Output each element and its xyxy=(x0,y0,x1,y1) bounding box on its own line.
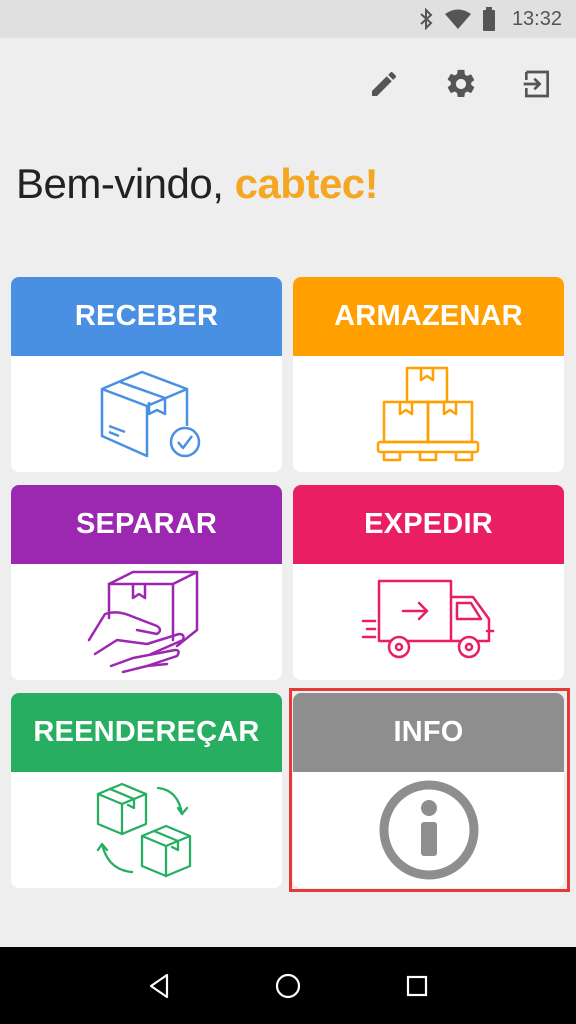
back-icon[interactable] xyxy=(137,964,181,1008)
settings-icon[interactable] xyxy=(439,62,483,106)
greeting-prefix: Bem-vindo, xyxy=(16,160,235,207)
welcome-greeting: Bem-vindo, cabtec! xyxy=(16,160,379,208)
status-bar: 13:32 xyxy=(0,0,576,38)
tile-separar[interactable]: SEPARAR xyxy=(11,485,282,680)
home-icon[interactable] xyxy=(266,964,310,1008)
tile-header: ARMAZENAR xyxy=(293,277,564,356)
recents-icon[interactable] xyxy=(395,964,439,1008)
wifi-icon xyxy=(444,8,472,30)
edit-icon[interactable] xyxy=(362,62,406,106)
tile-label: SEPARAR xyxy=(75,508,218,540)
tile-label: REENDEREÇAR xyxy=(33,716,260,748)
logout-icon[interactable] xyxy=(515,62,559,106)
tile-label: EXPEDIR xyxy=(364,508,493,540)
greeting-username: cabtec! xyxy=(234,160,379,207)
tile-header: EXPEDIR xyxy=(293,485,564,564)
tile-header: SEPARAR xyxy=(11,485,282,564)
tile-info[interactable]: INFO xyxy=(293,693,564,888)
info-icon xyxy=(293,772,564,888)
tile-header: INFO xyxy=(293,693,564,772)
tile-receber[interactable]: RECEBER xyxy=(11,277,282,472)
navigation-bar xyxy=(0,947,576,1024)
status-time: 13:32 xyxy=(511,7,562,30)
relocate-boxes-icon xyxy=(11,772,282,888)
tile-header: REENDEREÇAR xyxy=(11,693,282,772)
tile-header: RECEBER xyxy=(11,277,282,356)
tile-reenderecar[interactable]: REENDEREÇAR xyxy=(11,693,282,888)
pick-box-hand-icon xyxy=(11,564,282,680)
tile-label: ARMAZENAR xyxy=(334,300,523,332)
battery-icon xyxy=(482,7,496,31)
store-boxes-icon xyxy=(293,356,564,472)
tile-armazenar[interactable]: ARMAZENAR xyxy=(293,277,564,472)
tile-expedir[interactable]: EXPEDIR xyxy=(293,485,564,680)
bluetooth-icon xyxy=(418,8,434,30)
receive-box-icon xyxy=(11,356,282,472)
tile-label: INFO xyxy=(393,716,464,748)
tile-label: RECEBER xyxy=(74,300,219,332)
delivery-truck-icon xyxy=(293,564,564,680)
